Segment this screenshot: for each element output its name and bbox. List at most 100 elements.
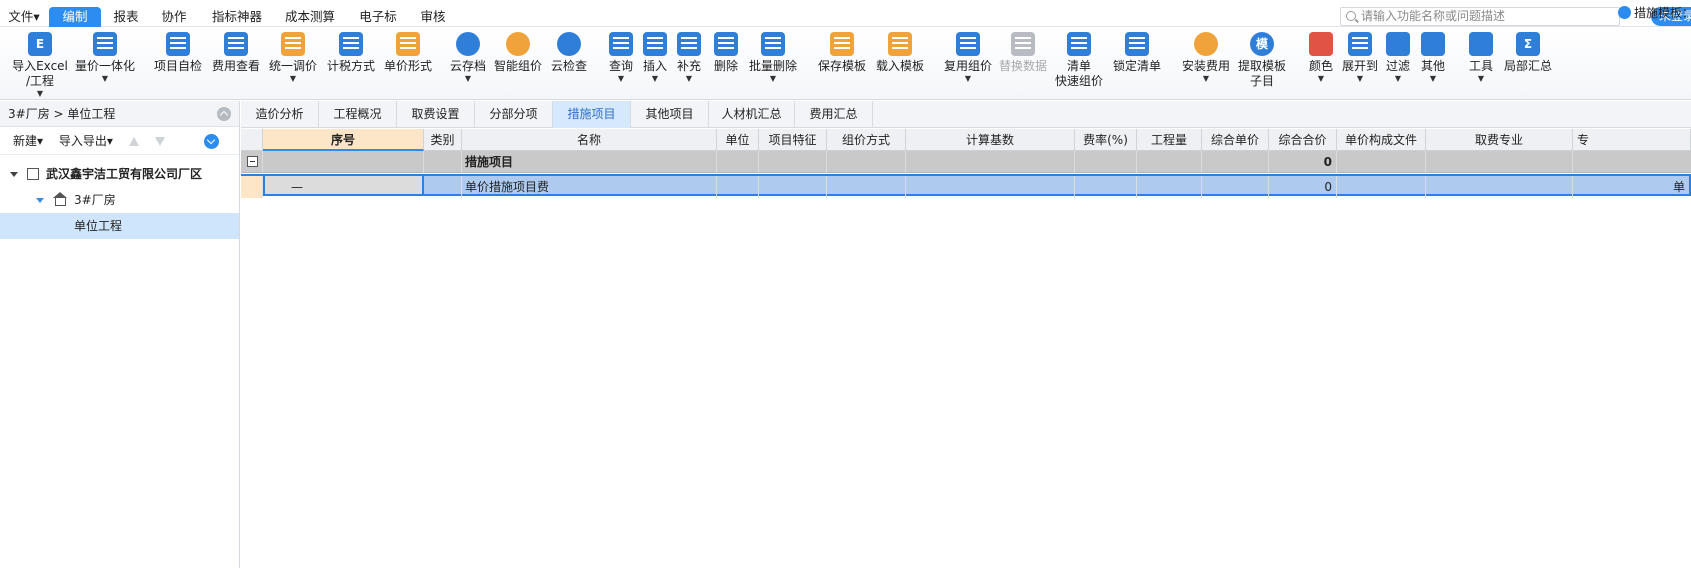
reuse-price-button[interactable]: 复用组价 ▼ — [942, 32, 994, 84]
table-row[interactable]: 措施项目 0 — [241, 151, 1691, 173]
menu-audit[interactable]: 审核 — [415, 7, 451, 27]
cell-unit[interactable] — [717, 151, 759, 173]
cell-feature[interactable] — [759, 176, 827, 198]
move-up-icon[interactable] — [128, 137, 139, 146]
download-icon[interactable] — [204, 134, 219, 149]
cell-price-method[interactable] — [827, 176, 906, 198]
replace-data-button[interactable]: 替换数据 — [997, 32, 1049, 74]
extract-template-button[interactable]: 模 提取模板 子目 — [1236, 32, 1288, 89]
col-header-quantity[interactable]: 工程量 — [1137, 129, 1202, 151]
row-indicator[interactable] — [241, 176, 263, 198]
menu-collaborate[interactable]: 协作 — [156, 7, 192, 27]
col-header-price-method[interactable]: 组价方式 — [827, 129, 906, 151]
supplement-button[interactable]: 补充 ▼ — [674, 32, 704, 84]
cell-name[interactable]: 单价措施项目费 — [462, 176, 717, 198]
col-header-name[interactable]: 名称 — [462, 129, 717, 151]
tab-measure-items[interactable]: 措施项目 — [553, 101, 631, 128]
cloud-check-button[interactable]: 云检查 — [549, 32, 589, 74]
unify-price-button[interactable]: 统一调价 ▼ — [267, 32, 319, 84]
tools-button[interactable]: 工具 ▼ — [1466, 32, 1496, 84]
cell-unit[interactable] — [717, 176, 759, 198]
delete-button[interactable]: 删除 — [711, 32, 741, 74]
move-down-icon[interactable] — [154, 137, 165, 146]
cell-seq[interactable]: — — [263, 174, 424, 196]
cell-calc-base[interactable] — [906, 151, 1075, 173]
import-excel-button[interactable]: E 导入Excel/工程 ▼ — [10, 32, 70, 99]
tab-fee-settings[interactable]: 取费设置 — [397, 101, 475, 128]
cell-name[interactable]: 措施项目 — [462, 151, 717, 173]
smart-price-button[interactable]: 智能组价 — [492, 32, 544, 74]
menu-index-tool[interactable]: 指标神器 — [207, 7, 267, 27]
col-header-seq[interactable]: 序号 — [263, 129, 424, 151]
cell-seq[interactable] — [263, 151, 424, 173]
cell-type[interactable] — [424, 176, 462, 198]
cell-overflow[interactable] — [1573, 151, 1691, 173]
cell-rate[interactable] — [1075, 151, 1137, 173]
tree-node-building[interactable]: 3#厂房 — [0, 187, 239, 213]
fee-check-button[interactable]: 费用查看 — [210, 32, 262, 74]
cell-quantity[interactable] — [1137, 176, 1202, 198]
col-header-calc-base[interactable]: 计算基数 — [906, 129, 1075, 151]
query-button[interactable]: 查询 ▼ — [606, 32, 636, 84]
row-toggle[interactable] — [241, 151, 263, 173]
new-button[interactable]: 新建▾ — [13, 134, 43, 148]
insert-button[interactable]: 插入 ▼ — [640, 32, 670, 84]
self-check-button[interactable]: 项目自检 — [152, 32, 204, 74]
filter-button[interactable]: 过滤 ▼ — [1383, 32, 1413, 84]
measure-template-label[interactable]: 措施模板： — [1618, 5, 1691, 21]
col-header-total-price[interactable]: 综合合价 — [1269, 129, 1337, 151]
cell-overflow[interactable]: 单 — [1573, 176, 1687, 198]
cloud-save-button[interactable]: 云存档 ▼ — [448, 32, 488, 84]
tab-cost-analysis[interactable]: 造价分析 — [241, 101, 319, 128]
collapse-minus-icon[interactable] — [247, 156, 258, 167]
tab-division-items[interactable]: 分部分项 — [475, 101, 553, 128]
col-header-price-file[interactable]: 单价构成文件 — [1337, 129, 1426, 151]
menu-compile[interactable]: 编制 — [49, 7, 101, 27]
tab-fee-summary[interactable]: 费用汇总 — [795, 101, 873, 128]
col-header-unit[interactable]: 单位 — [717, 129, 759, 151]
tax-method-button[interactable]: 计税方式 — [325, 32, 377, 74]
cell-price-method[interactable] — [827, 151, 906, 173]
tab-other-items[interactable]: 其他项目 — [631, 101, 709, 128]
expand-triangle-icon[interactable] — [10, 172, 18, 177]
cell-total-price[interactable]: 0 — [1269, 176, 1337, 198]
bill-integrate-button[interactable]: 量价一体化 ▼ — [72, 32, 138, 84]
tree-node-unit[interactable]: 单位工程 — [0, 213, 239, 239]
expand-triangle-icon[interactable] — [36, 198, 44, 203]
cell-fee-major[interactable] — [1426, 151, 1573, 173]
menu-cost-estimate[interactable]: 成本测算 — [280, 7, 340, 27]
col-header-overflow[interactable]: 专 — [1573, 129, 1691, 151]
col-header-unit-price[interactable]: 综合单价 — [1202, 129, 1269, 151]
search-input[interactable]: 请输入功能名称或问题描述 — [1340, 7, 1620, 26]
col-header-feature[interactable]: 项目特征 — [759, 129, 827, 151]
quick-price-button[interactable]: 清单 快速组价 — [1052, 32, 1106, 89]
partial-summary-button[interactable]: Σ 局部汇总 — [1502, 32, 1554, 74]
other-button[interactable]: 其他 ▼ — [1418, 32, 1448, 84]
menu-e-bid[interactable]: 电子标 — [354, 7, 402, 27]
cell-feature[interactable] — [759, 151, 827, 173]
table-row-selected[interactable]: — 单价措施项目费 0 单 — [241, 174, 1691, 198]
col-header-rate[interactable]: 费率(%) — [1075, 129, 1137, 151]
col-header-fee-major[interactable]: 取费专业 — [1426, 129, 1573, 151]
tab-labor-material-summary[interactable]: 人材机汇总 — [709, 101, 795, 128]
lock-list-button[interactable]: 锁定清单 — [1111, 32, 1163, 74]
batch-delete-button[interactable]: 批量删除 ▼ — [747, 32, 799, 84]
cell-type[interactable] — [424, 151, 462, 173]
cell-unit-price[interactable] — [1202, 176, 1269, 198]
cell-price-file[interactable] — [1337, 151, 1426, 173]
expand-to-button[interactable]: 展开到 ▼ — [1340, 32, 1380, 84]
menu-file[interactable]: 文件▾ — [6, 7, 42, 27]
color-button[interactable]: 颜色 ▼ — [1306, 32, 1336, 84]
cell-calc-base[interactable] — [906, 176, 1075, 198]
unit-price-form-button[interactable]: 单价形式 — [382, 32, 434, 74]
load-template-button[interactable]: 载入模板 — [874, 32, 926, 74]
tab-project-overview[interactable]: 工程概况 — [319, 101, 397, 128]
tree-node-company[interactable]: 武汉鑫宇洁工贸有限公司厂区 — [0, 161, 239, 187]
cell-total-price[interactable]: 0 — [1269, 151, 1337, 173]
save-template-button[interactable]: 保存模板 — [816, 32, 868, 74]
import-export-button[interactable]: 导入导出▾ — [59, 134, 113, 148]
cell-price-file[interactable] — [1337, 176, 1426, 198]
menu-report[interactable]: 报表 — [108, 7, 144, 27]
col-header-type[interactable]: 类别 — [424, 129, 462, 151]
cell-fee-major[interactable] — [1426, 176, 1573, 198]
